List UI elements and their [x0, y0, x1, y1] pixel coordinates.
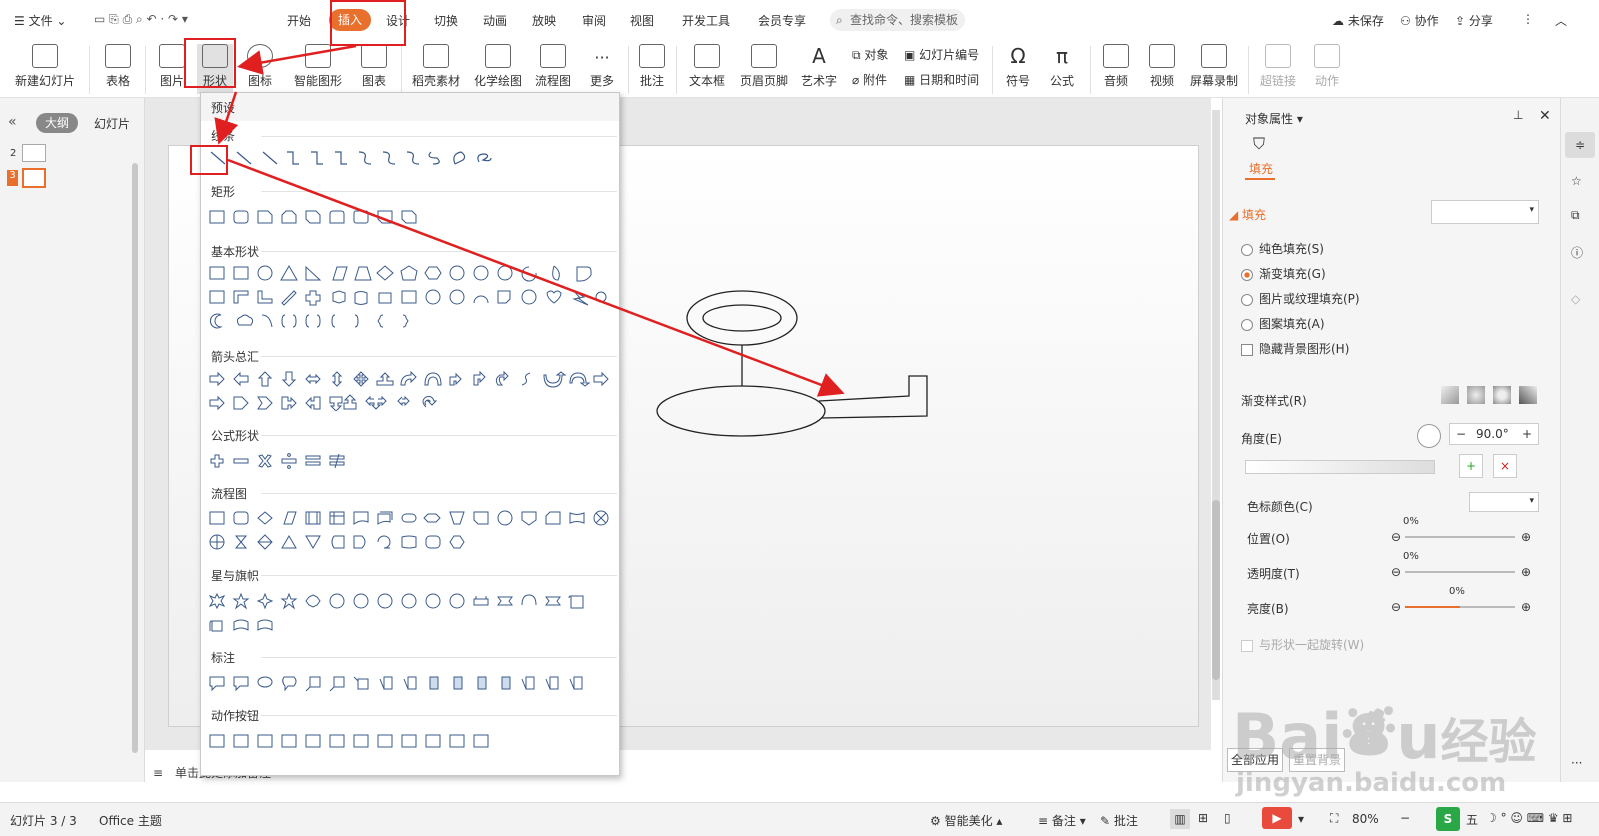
arrow-to-line	[214, 91, 239, 145]
annotation-arrows	[214, 44, 845, 397]
arrow-to-slide	[227, 158, 845, 397]
arrow-to-shape	[237, 44, 357, 75]
